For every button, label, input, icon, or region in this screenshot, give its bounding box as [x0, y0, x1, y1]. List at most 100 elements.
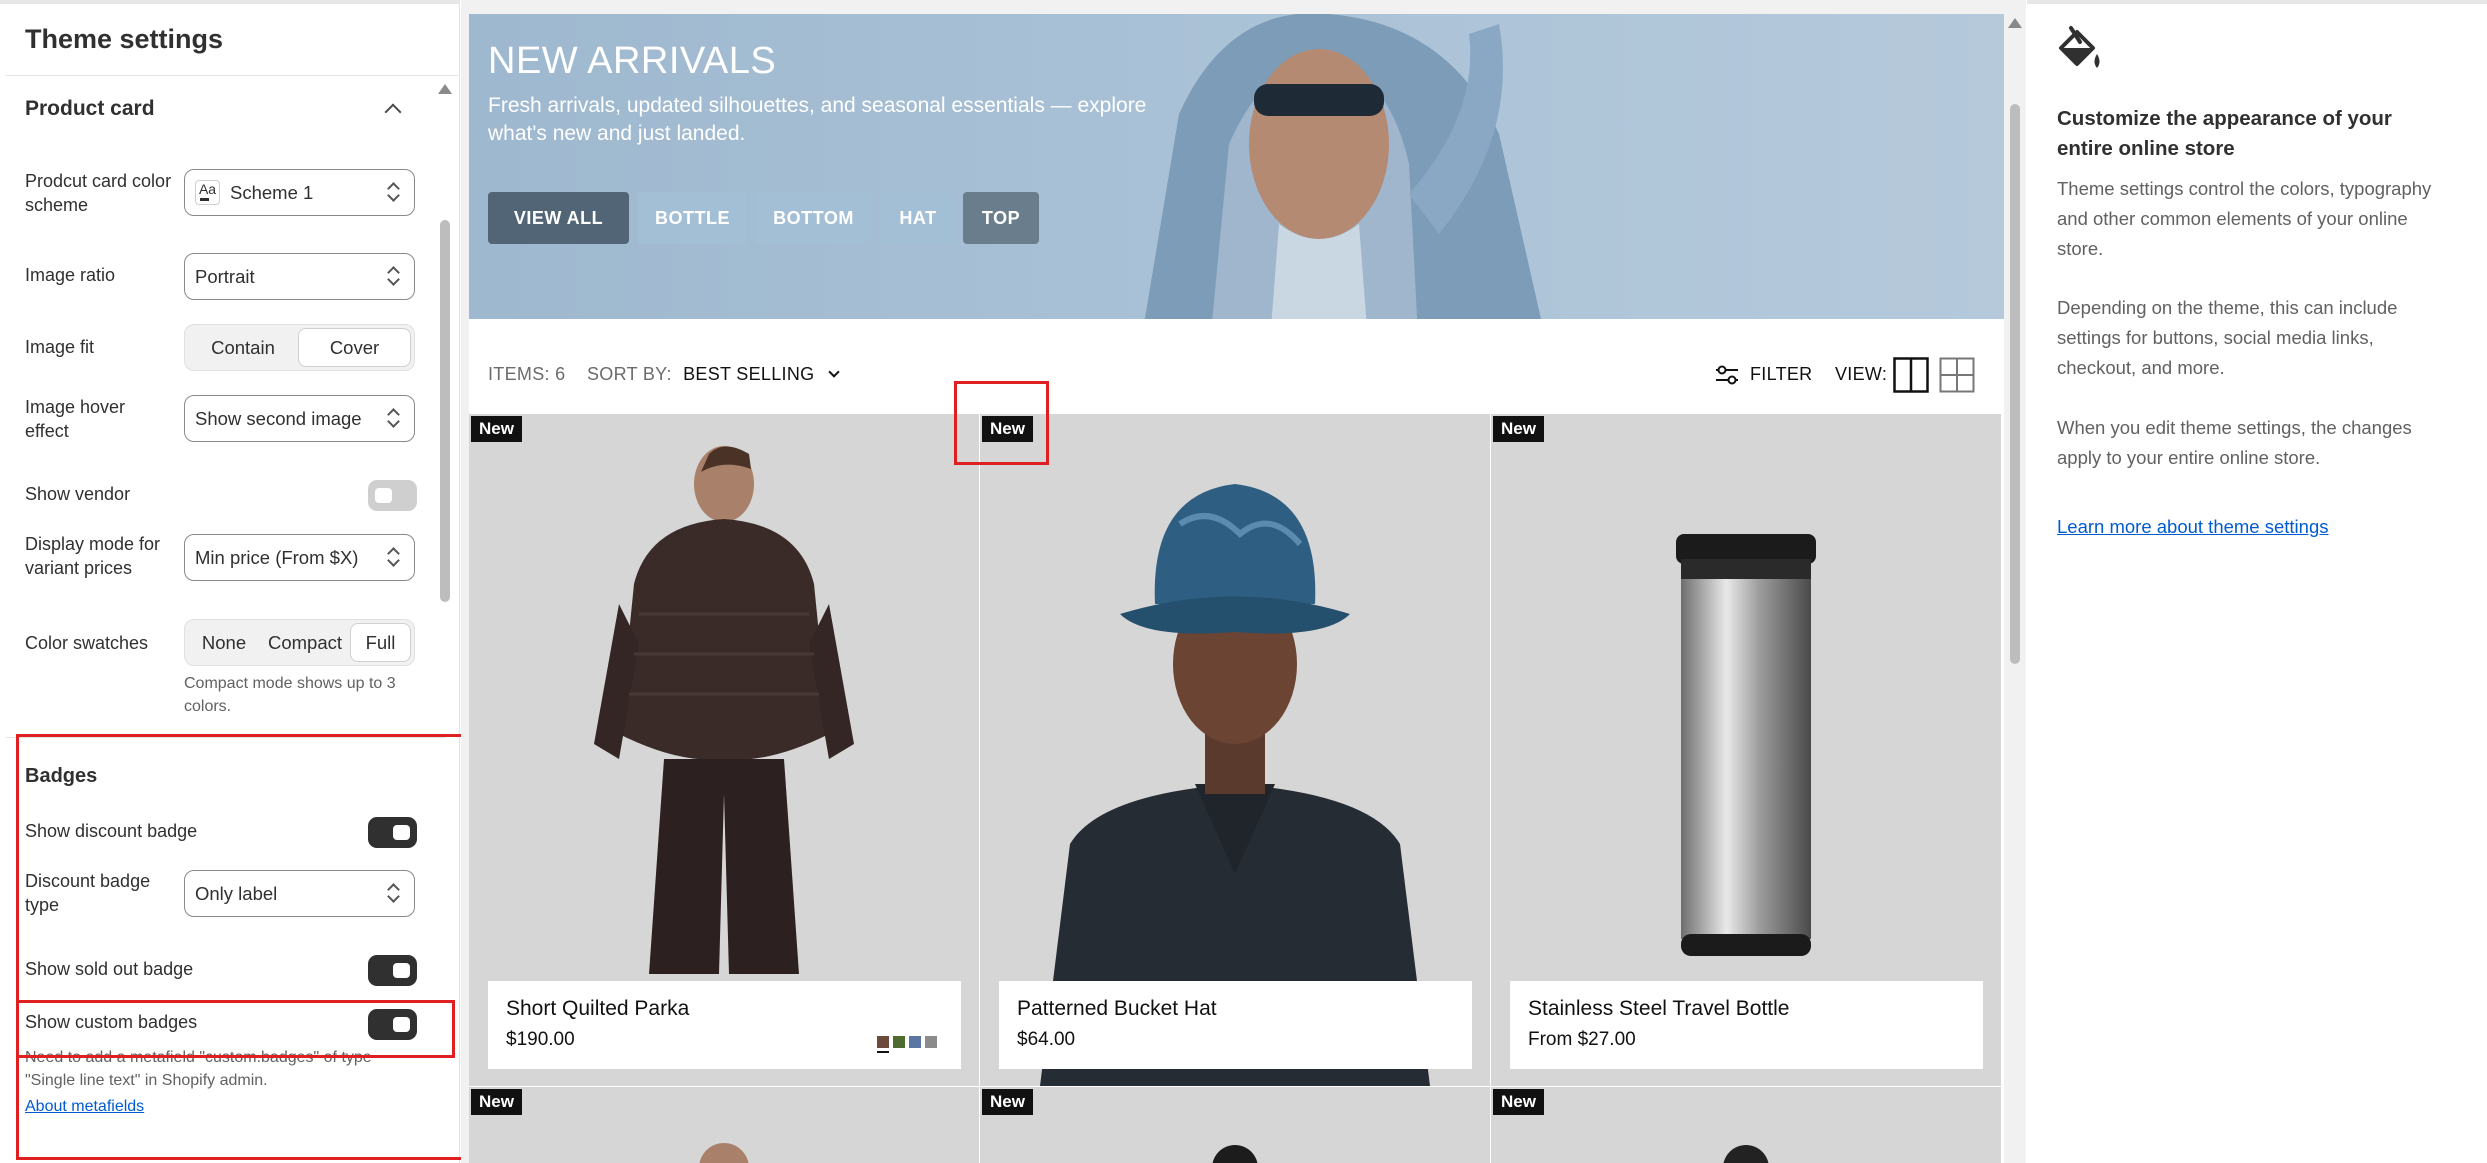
- image-hover-select[interactable]: Show second image: [184, 395, 415, 442]
- product-info: Stainless Steel Travel Bottle From $27.0…: [1510, 981, 1983, 1069]
- select-arrows-icon: [388, 265, 400, 287]
- color-swatch[interactable]: [925, 1036, 937, 1048]
- image-fit-cover-option[interactable]: Cover: [298, 328, 411, 367]
- color-scheme-label: Prodcut card color scheme: [25, 171, 172, 215]
- scroll-up-icon[interactable]: [2008, 18, 2022, 28]
- color-scheme-select[interactable]: Aa Scheme 1: [184, 169, 415, 216]
- selected-swatch-indicator: [877, 1051, 889, 1053]
- color-swatch[interactable]: [893, 1036, 905, 1048]
- paint-bucket-icon: [2059, 26, 2100, 68]
- collapse-chevron-icon[interactable]: [384, 103, 402, 121]
- panel-header: Theme settings: [6, 4, 458, 76]
- product-image: [699, 1143, 749, 1163]
- color-swatches-label: Color swatches: [25, 633, 149, 653]
- collection-page: NEW ARRIVALS Fresh arrivals, updated sil…: [469, 14, 2004, 1163]
- learn-more-link[interactable]: Learn more about theme settings: [2057, 516, 2329, 538]
- image-ratio-label: Image ratio: [25, 265, 116, 285]
- color-swatch[interactable]: [909, 1036, 921, 1048]
- panel-title: Theme settings: [25, 24, 224, 54]
- display-mode-label: Display mode for variant prices: [25, 534, 161, 578]
- filter-button[interactable]: FILTER: [1750, 364, 1812, 385]
- color-swatch[interactable]: [877, 1036, 889, 1048]
- preview-scrollbar[interactable]: [2006, 14, 2024, 1163]
- sort-value: BEST SELLING: [683, 364, 815, 384]
- filter-top-button[interactable]: TOP: [963, 192, 1039, 244]
- image-fit-segmented: Contain Cover: [184, 324, 415, 371]
- product-info: Patterned Bucket Hat $64.00: [999, 981, 1472, 1069]
- grid-view-icon[interactable]: [1939, 357, 1975, 393]
- toggle-knob: [375, 488, 392, 503]
- sort-label: SORT BY:: [587, 364, 672, 384]
- image-fit-label: Image fit: [25, 337, 95, 357]
- store-preview: NEW ARRIVALS Fresh arrivals, updated sil…: [461, 0, 2026, 1163]
- new-badge: New: [471, 416, 522, 442]
- display-mode-value: Min price (From $X): [195, 546, 359, 568]
- new-badge: New: [1493, 1089, 1544, 1115]
- select-arrows-icon: [388, 181, 400, 203]
- color-swatches-segmented: None Compact Full: [184, 619, 415, 666]
- filter-hat-button[interactable]: HAT: [880, 192, 956, 244]
- product-price: $64.00: [1017, 1029, 1076, 1050]
- product-card[interactable]: New: [469, 1087, 979, 1163]
- swatches-none-option[interactable]: None: [188, 623, 260, 662]
- info-paragraph: When you edit theme settings, the change…: [2057, 417, 2412, 468]
- show-vendor-toggle[interactable]: [368, 480, 417, 511]
- collection-toolbar: ITEMS: 6 SORT BY: BEST SELLING FILTER VI…: [469, 319, 2004, 414]
- product-card[interactable]: New Patterned Bucket Hat $64.00: [980, 414, 1490, 1086]
- product-card[interactable]: New: [1491, 1087, 2001, 1163]
- new-badge: New: [471, 1089, 522, 1115]
- custom-badges-highlight-box: [16, 1000, 455, 1058]
- chevron-down-icon: [828, 366, 840, 378]
- scroll-up-icon[interactable]: [438, 84, 452, 94]
- color-scheme-value: Scheme 1: [230, 181, 314, 203]
- color-scheme-swatch-icon: Aa: [195, 180, 220, 205]
- items-label: ITEMS:: [488, 364, 550, 384]
- product-card[interactable]: New Stainless Steel Travel Bottle From $…: [1491, 414, 2001, 1086]
- product-name[interactable]: Short Quilted Parka: [506, 997, 689, 1021]
- product-card[interactable]: New: [980, 1087, 1490, 1163]
- items-count: ITEMS: 6: [488, 364, 565, 385]
- filter-icon[interactable]: [1714, 364, 1740, 386]
- display-mode-select[interactable]: Min price (From $X): [184, 534, 415, 581]
- select-arrows-icon: [388, 546, 400, 568]
- info-panel: Customize the appearance of your entire …: [2027, 0, 2487, 1163]
- product-card-section-title: Product card: [25, 97, 155, 120]
- filter-view-all-button[interactable]: VIEW ALL: [488, 192, 629, 244]
- image-ratio-value: Portrait: [195, 265, 255, 287]
- new-badge-highlight-box: [954, 381, 1049, 465]
- scrollbar-thumb[interactable]: [2010, 104, 2020, 664]
- select-arrows-icon: [388, 407, 400, 429]
- filter-bottle-button[interactable]: BOTTLE: [638, 192, 747, 244]
- swatches-compact-option[interactable]: Compact: [260, 623, 350, 662]
- product-card[interactable]: New Short Quilted Parka $190.00: [469, 414, 979, 1086]
- product-price: $190.00: [506, 1029, 575, 1050]
- product-name[interactable]: Patterned Bucket Hat: [1017, 997, 1217, 1021]
- show-vendor-label: Show vendor: [25, 484, 131, 504]
- product-name[interactable]: Stainless Steel Travel Bottle: [1528, 997, 1789, 1021]
- scrollbar-thumb[interactable]: [440, 220, 450, 602]
- new-badge: New: [1493, 416, 1544, 442]
- sort-control[interactable]: SORT BY: BEST SELLING: [587, 364, 840, 385]
- hero-subtitle: Fresh arrivals, updated silhouettes, and…: [488, 94, 1147, 145]
- hero-model-image: [1144, 14, 1542, 319]
- info-paragraph: Theme settings control the colors, typog…: [2057, 178, 2432, 259]
- swatches-help-text: Compact mode shows up to 3 colors.: [184, 675, 396, 715]
- badges-highlight-box: [16, 734, 469, 1160]
- filter-bottom-button[interactable]: BOTTOM: [756, 192, 871, 244]
- info-paragraph: Depending on the theme, this can include…: [2057, 297, 2398, 378]
- top-divider: [2027, 0, 2487, 4]
- info-title: Customize the appearance of your entire …: [2057, 107, 2392, 160]
- items-value: 6: [555, 364, 566, 384]
- view-label: VIEW:: [1835, 364, 1888, 384]
- theme-settings-panel: Theme settings Product card Prodcut card…: [0, 0, 469, 1163]
- hero-title: NEW ARRIVALS: [488, 40, 777, 82]
- product-price: From $27.00: [1528, 1029, 1636, 1050]
- two-column-view-icon[interactable]: [1893, 357, 1929, 393]
- image-ratio-select[interactable]: Portrait: [184, 253, 415, 300]
- swatches-full-option[interactable]: Full: [350, 623, 411, 662]
- new-badge: New: [982, 1089, 1033, 1115]
- image-hover-value: Show second image: [195, 407, 362, 429]
- image-fit-contain-option[interactable]: Contain: [188, 328, 298, 367]
- product-info: Short Quilted Parka $190.00: [488, 981, 961, 1069]
- product-image: [1212, 1145, 1258, 1163]
